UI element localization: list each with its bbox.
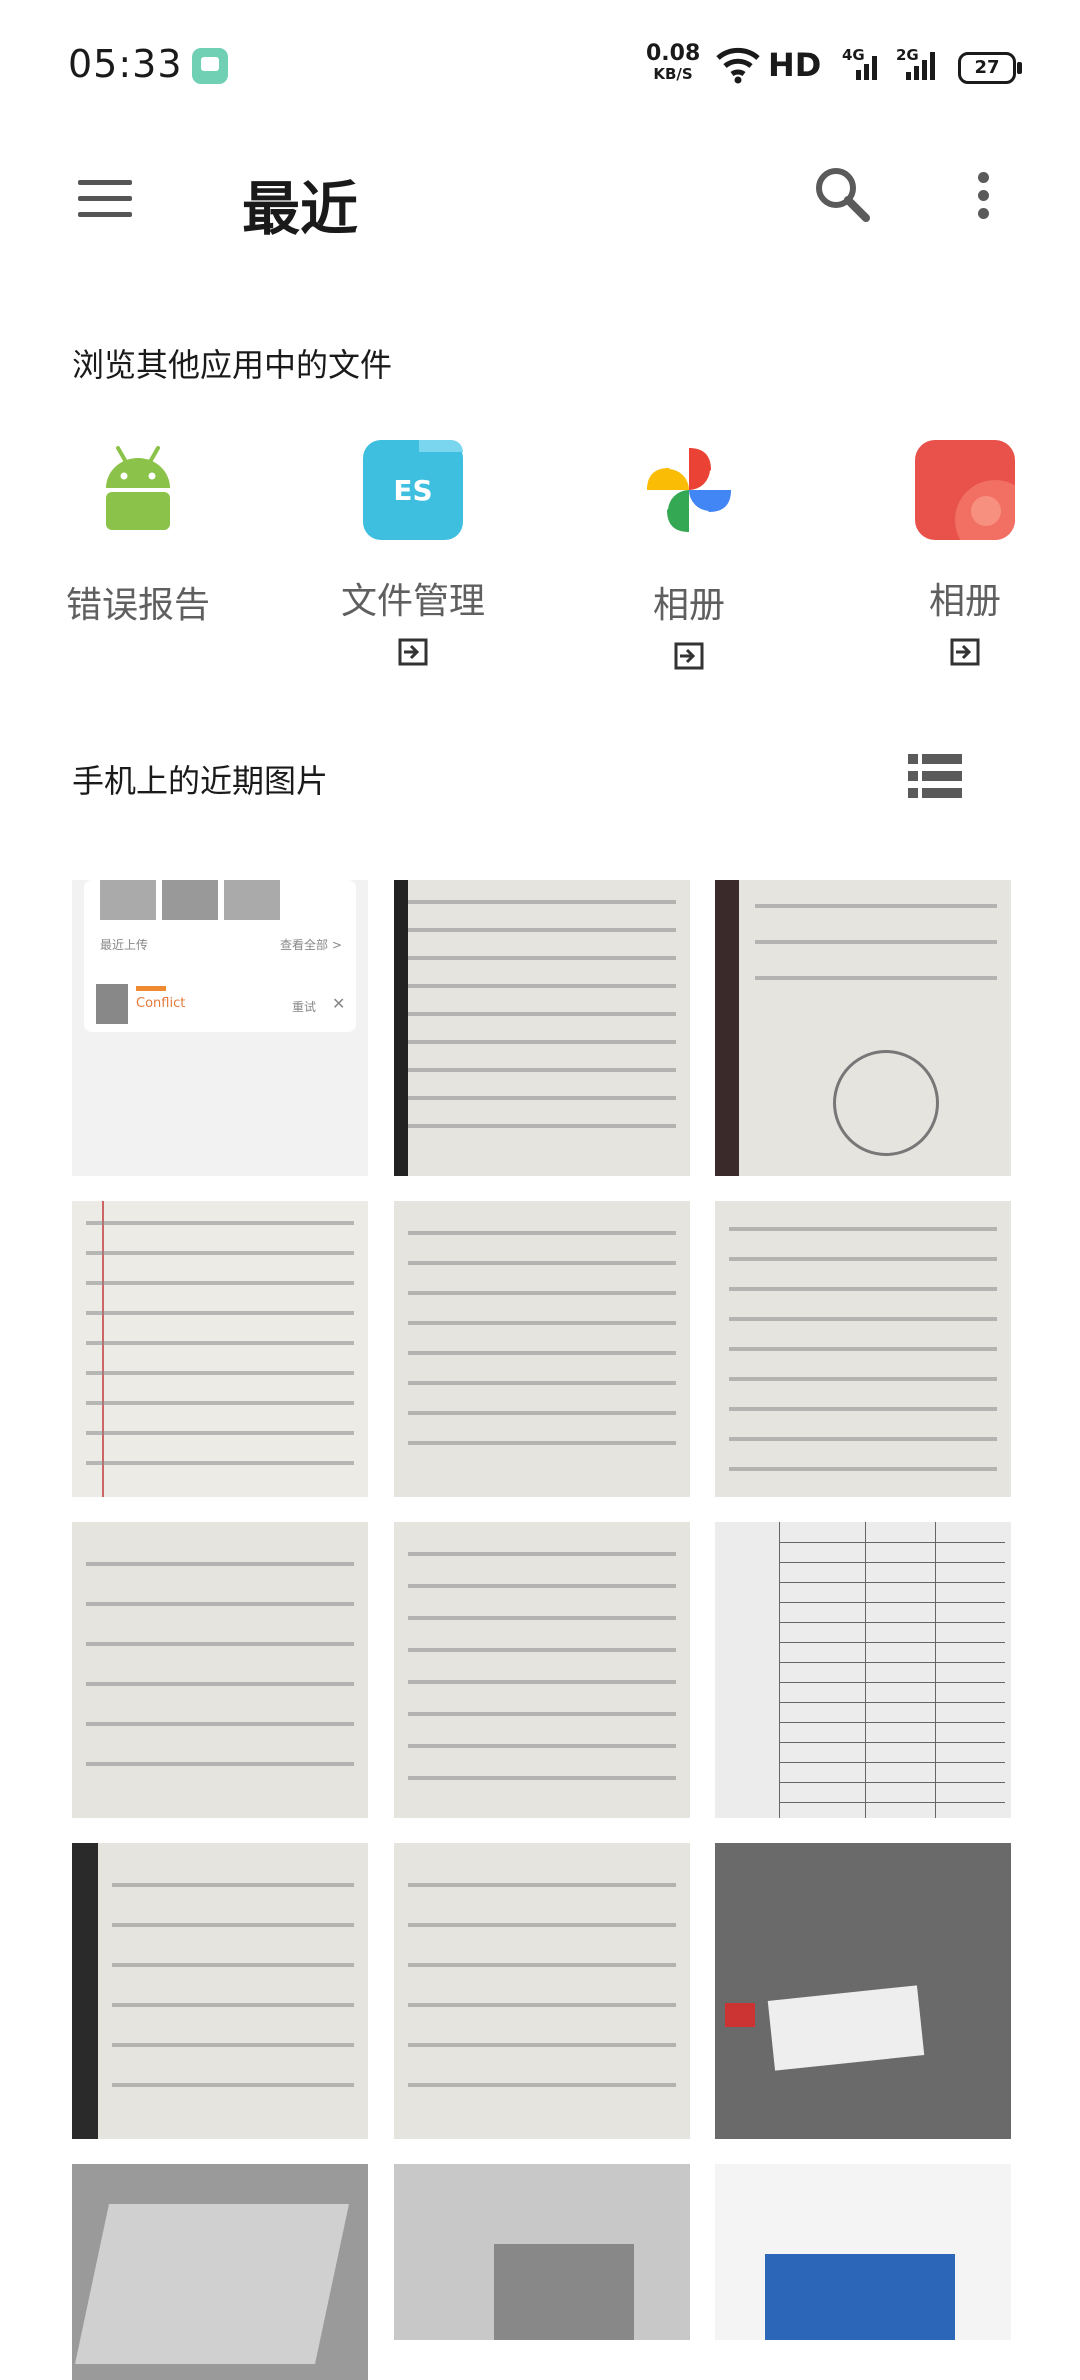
android-icon xyxy=(106,446,170,530)
image-thumbnail[interactable] xyxy=(72,2164,368,2380)
search-icon[interactable] xyxy=(808,160,878,230)
list-view-icon[interactable] xyxy=(908,752,962,800)
network-speed: 0.08 KB/S xyxy=(646,41,701,84)
page-title: 最近 xyxy=(242,175,359,243)
open-external-icon xyxy=(398,638,428,666)
image-thumbnail[interactable] xyxy=(394,880,690,1176)
battery-level: 27 xyxy=(974,57,1000,78)
image-thumbnail[interactable] xyxy=(715,880,1011,1176)
image-thumbnail[interactable] xyxy=(394,1201,690,1497)
hd-voice-icon: HD xyxy=(768,46,822,84)
image-thumbnail[interactable] xyxy=(715,1843,1011,2139)
app-shortcut-google-photos[interactable]: 相册 xyxy=(589,440,789,674)
cell-signal-icon xyxy=(856,56,877,80)
image-thumbnail[interactable] xyxy=(394,1522,690,1818)
more-options-icon[interactable] xyxy=(958,160,1008,230)
image-thumbnail[interactable] xyxy=(72,1201,368,1497)
cell-signal-2-icon xyxy=(906,52,935,80)
status-time: 05:33 xyxy=(68,42,183,86)
image-thumbnail[interactable] xyxy=(72,1522,368,1818)
app-shortcut-label: 相册 xyxy=(652,585,725,626)
image-thumbnail[interactable] xyxy=(715,1522,1011,1818)
image-thumbnail[interactable] xyxy=(715,2164,1011,2340)
image-thumbnail[interactable]: 最近上传 查看全部 > Conflict 重试 ✕ xyxy=(72,880,368,1176)
other-apps-heading: 浏览其他应用中的文件 xyxy=(72,346,393,384)
image-thumbnail[interactable] xyxy=(394,1843,690,2139)
image-thumbnail[interactable] xyxy=(72,1843,368,2139)
open-external-icon xyxy=(950,638,980,666)
app-bar: 最近 xyxy=(0,130,1080,260)
image-thumbnail[interactable] xyxy=(394,2164,690,2340)
battery-icon: 27 xyxy=(958,52,1022,84)
app-shortcut-label: 文件管理 xyxy=(340,581,485,622)
recent-images-heading: 手机上的近期图片 xyxy=(72,762,329,800)
wifi-icon xyxy=(716,47,760,84)
es-file-icon: ES xyxy=(363,440,463,540)
menu-button[interactable] xyxy=(70,172,146,232)
app-shortcut-bug-report[interactable]: 错误报告 xyxy=(38,440,238,628)
google-photos-icon xyxy=(647,448,731,532)
gallery-icon xyxy=(915,440,1015,540)
app-shortcut-label: 相册 xyxy=(928,581,1001,622)
open-external-icon xyxy=(674,642,704,670)
status-bar: 05:33 0.08 KB/S HD 4G 2G 27 xyxy=(0,0,1080,130)
message-notification-icon xyxy=(192,48,228,84)
image-thumbnail[interactable] xyxy=(715,1201,1011,1497)
app-shortcut-label: 错误报告 xyxy=(65,585,210,626)
app-shortcut-file-manager[interactable]: ES 文件管理 xyxy=(313,440,513,670)
app-shortcut-gallery[interactable]: 相册 xyxy=(865,440,1065,670)
